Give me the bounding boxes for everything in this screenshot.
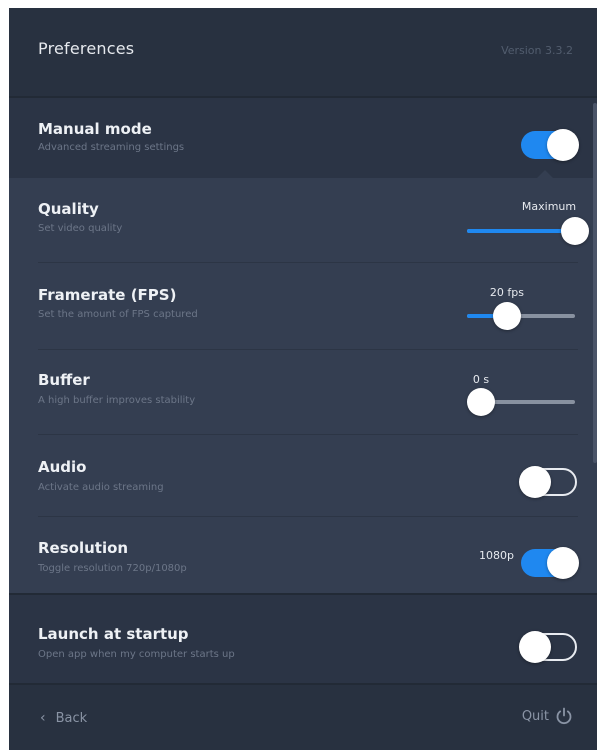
- power-icon: [556, 707, 572, 725]
- framerate-title: Framerate (FPS): [38, 286, 177, 304]
- row-separator: [38, 349, 578, 350]
- slider-thumb[interactable]: [467, 388, 496, 416]
- buffer-value: 0 s: [472, 373, 490, 386]
- buffer-slider[interactable]: [467, 388, 575, 416]
- manual-mode-title: Manual mode: [38, 120, 152, 138]
- audio-subtitle: Activate audio streaming: [38, 482, 164, 493]
- buffer-subtitle: A high buffer improves stability: [38, 395, 196, 406]
- settings-panel: Quality Set video quality Maximum Framer…: [9, 178, 597, 595]
- launch-title: Launch at startup: [38, 625, 189, 643]
- version-label: Version 3.3.2: [501, 44, 573, 57]
- slider-fill: [467, 229, 575, 233]
- back-button[interactable]: ‹ Back: [40, 710, 87, 726]
- chevron-left-icon: ‹: [40, 710, 46, 726]
- launch-at-startup-row: Launch at startup Open app when my compu…: [9, 595, 597, 685]
- manual-mode-caret: [537, 170, 553, 178]
- framerate-slider[interactable]: [467, 302, 575, 330]
- launch-subtitle: Open app when my computer starts up: [38, 649, 235, 660]
- resolution-subtitle: Toggle resolution 720p/1080p: [38, 563, 187, 574]
- manual-mode-subtitle: Advanced streaming settings: [38, 142, 185, 153]
- toggle-knob: [519, 466, 551, 498]
- manual-mode-row: Manual mode Advanced streaming settings: [9, 98, 597, 178]
- resolution-title: Resolution: [38, 539, 129, 557]
- launch-at-startup-toggle[interactable]: [519, 631, 577, 663]
- row-separator: [38, 434, 578, 435]
- resolution-toggle[interactable]: [521, 547, 579, 579]
- slider-thumb[interactable]: [492, 302, 521, 330]
- toggle-knob: [547, 547, 579, 579]
- scrollbar[interactable]: [593, 103, 597, 463]
- framerate-value: 20 fps: [489, 286, 524, 299]
- back-label: Back: [55, 710, 88, 726]
- quality-value: Maximum: [521, 200, 577, 213]
- preferences-window: Preferences Version 3.3.2 Manual mode Ad…: [9, 8, 597, 750]
- page-title: Preferences: [38, 39, 135, 58]
- manual-mode-toggle[interactable]: [521, 129, 579, 161]
- toggle-knob: [547, 129, 579, 161]
- audio-toggle[interactable]: [519, 466, 577, 498]
- slider-thumb[interactable]: [561, 217, 589, 245]
- framerate-subtitle: Set the amount of FPS captured: [38, 309, 198, 320]
- buffer-title: Buffer: [38, 371, 90, 389]
- toggle-knob: [519, 631, 551, 663]
- row-separator: [38, 262, 578, 263]
- quit-button[interactable]: Quit: [522, 707, 573, 725]
- quality-slider[interactable]: [467, 217, 589, 245]
- audio-title: Audio: [38, 458, 87, 476]
- quit-label: Quit: [521, 708, 549, 724]
- quality-subtitle: Set video quality: [38, 223, 123, 234]
- row-separator: [38, 516, 578, 517]
- quality-title: Quality: [38, 200, 99, 218]
- resolution-value: 1080p: [479, 549, 514, 562]
- footer: ‹ Back Quit: [9, 685, 597, 750]
- header: Preferences Version 3.3.2: [9, 8, 597, 96]
